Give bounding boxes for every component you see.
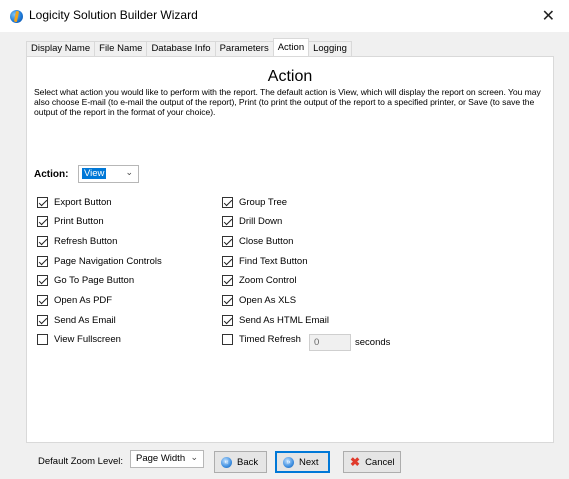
back-button[interactable]: « Back <box>214 451 267 473</box>
action-dropdown[interactable]: View ⌄ <box>78 165 139 183</box>
action-label: Action: <box>34 169 69 180</box>
send-as-html-email-checkbox[interactable] <box>222 314 233 326</box>
close-button-checkbox[interactable] <box>222 235 233 247</box>
wizard-dialog: Display Name File Name Database Info Par… <box>0 32 569 479</box>
group-tree-checkbox[interactable] <box>222 196 233 208</box>
zoom-control-checkbox[interactable] <box>222 275 233 287</box>
send-as-html-email-label: Send As HTML Email <box>239 314 329 326</box>
view-fullscreen-label: View Fullscreen <box>54 334 121 346</box>
option-find-text-button[interactable]: Find Text Button <box>222 254 307 268</box>
timed-refresh-label: Timed Refresh <box>239 334 301 346</box>
chevron-down-icon: ⌄ <box>190 452 198 462</box>
send-as-email-label: Send As Email <box>54 314 116 326</box>
close-icon[interactable]: ✕ <box>542 6 555 26</box>
option-print-button[interactable]: Print Button <box>37 215 104 229</box>
window-title: Logicity Solution Builder Wizard <box>29 8 198 22</box>
app-logo-icon <box>10 10 23 23</box>
action-tab-panel: Action Select what action you would like… <box>26 56 554 468</box>
option-export-button[interactable]: Export Button <box>37 195 112 209</box>
option-page-navigation-controls[interactable]: Page Navigation Controls <box>37 254 162 268</box>
tab-parameters[interactable]: Parameters <box>214 41 274 56</box>
open-as-xls-checkbox[interactable] <box>222 295 233 306</box>
next-button-label: Next <box>299 456 319 468</box>
action-description: Select what action you would like to per… <box>34 87 541 117</box>
go-to-page-button-label: Go To Page Button <box>54 275 135 287</box>
option-refresh-button[interactable]: Refresh Button <box>37 234 117 248</box>
tab-display-name[interactable]: Display Name <box>26 41 96 56</box>
back-button-label: Back <box>237 456 259 468</box>
open-as-xls-label: Open As XLS <box>239 295 297 306</box>
tab-file-name[interactable]: File Name <box>94 41 148 56</box>
option-view-fullscreen[interactable]: View Fullscreen <box>37 333 121 347</box>
action-selected-value: View <box>82 168 107 179</box>
open-as-pdf-checkbox[interactable] <box>37 295 48 306</box>
close-button-label: Close Button <box>239 235 294 247</box>
cancel-x-icon: ✖ <box>350 454 361 469</box>
cancel-button-label: Cancel <box>365 456 395 468</box>
title-bar: Logicity Solution Builder Wizard ✕ <box>0 0 569 32</box>
send-as-email-checkbox[interactable] <box>37 314 48 326</box>
drill-down-label: Drill Down <box>239 216 283 228</box>
timed-refresh-checkbox[interactable] <box>222 334 233 346</box>
zoom-level-dropdown[interactable]: Page Width ⌄ <box>130 450 204 468</box>
page-title: Action <box>267 68 313 85</box>
drill-down-checkbox[interactable] <box>222 216 233 228</box>
export-button-checkbox[interactable] <box>37 196 48 208</box>
view-fullscreen-checkbox[interactable] <box>37 334 48 346</box>
page-navigation-controls-checkbox[interactable] <box>37 255 48 267</box>
option-group-tree[interactable]: Group Tree <box>222 195 287 209</box>
open-as-pdf-label: Open As PDF <box>54 295 113 306</box>
option-close-button[interactable]: Close Button <box>222 234 293 248</box>
export-button-label: Export Button <box>54 196 112 208</box>
chevron-down-icon: ⌄ <box>125 167 133 177</box>
seconds-label: seconds <box>355 337 391 348</box>
option-send-as-email[interactable]: Send As Email <box>37 313 116 327</box>
print-button-checkbox[interactable] <box>37 216 48 228</box>
page-navigation-controls-label: Page Navigation Controls <box>54 255 162 267</box>
print-button-label: Print Button <box>54 216 104 228</box>
tab-strip: Display Name File Name Database Info Par… <box>26 38 352 56</box>
tab-action[interactable]: Action <box>272 38 310 56</box>
go-to-page-button-checkbox[interactable] <box>37 275 48 287</box>
option-send-as-html-email[interactable]: Send As HTML Email <box>222 313 329 327</box>
refresh-button-checkbox[interactable] <box>37 235 48 247</box>
option-timed-refresh[interactable]: Timed Refresh <box>222 333 301 347</box>
find-text-button-label: Find Text Button <box>239 255 308 267</box>
option-go-to-page-button[interactable]: Go To Page Button <box>37 274 134 288</box>
back-arrow-icon: « <box>221 456 232 468</box>
option-open-as-pdf[interactable]: Open As PDF <box>37 294 112 308</box>
tab-logging[interactable]: Logging <box>308 41 352 56</box>
option-drill-down[interactable]: Drill Down <box>222 215 282 229</box>
timed-refresh-input[interactable]: 0 <box>309 334 351 351</box>
zoom-control-label: Zoom Control <box>239 275 297 287</box>
refresh-button-label: Refresh Button <box>54 235 118 247</box>
tab-database-info[interactable]: Database Info <box>146 41 216 56</box>
next-arrow-icon: » <box>283 456 294 468</box>
find-text-button-checkbox[interactable] <box>222 255 233 267</box>
cancel-button[interactable]: ✖ Cancel <box>343 451 401 473</box>
next-button[interactable]: » Next <box>275 451 330 473</box>
option-zoom-control[interactable]: Zoom Control <box>222 274 297 288</box>
option-open-as-xls[interactable]: Open As XLS <box>222 294 296 308</box>
zoom-selected-value: Page Width <box>136 453 186 464</box>
zoom-level-label: Default Zoom Level: <box>38 456 124 467</box>
group-tree-label: Group Tree <box>239 196 288 208</box>
